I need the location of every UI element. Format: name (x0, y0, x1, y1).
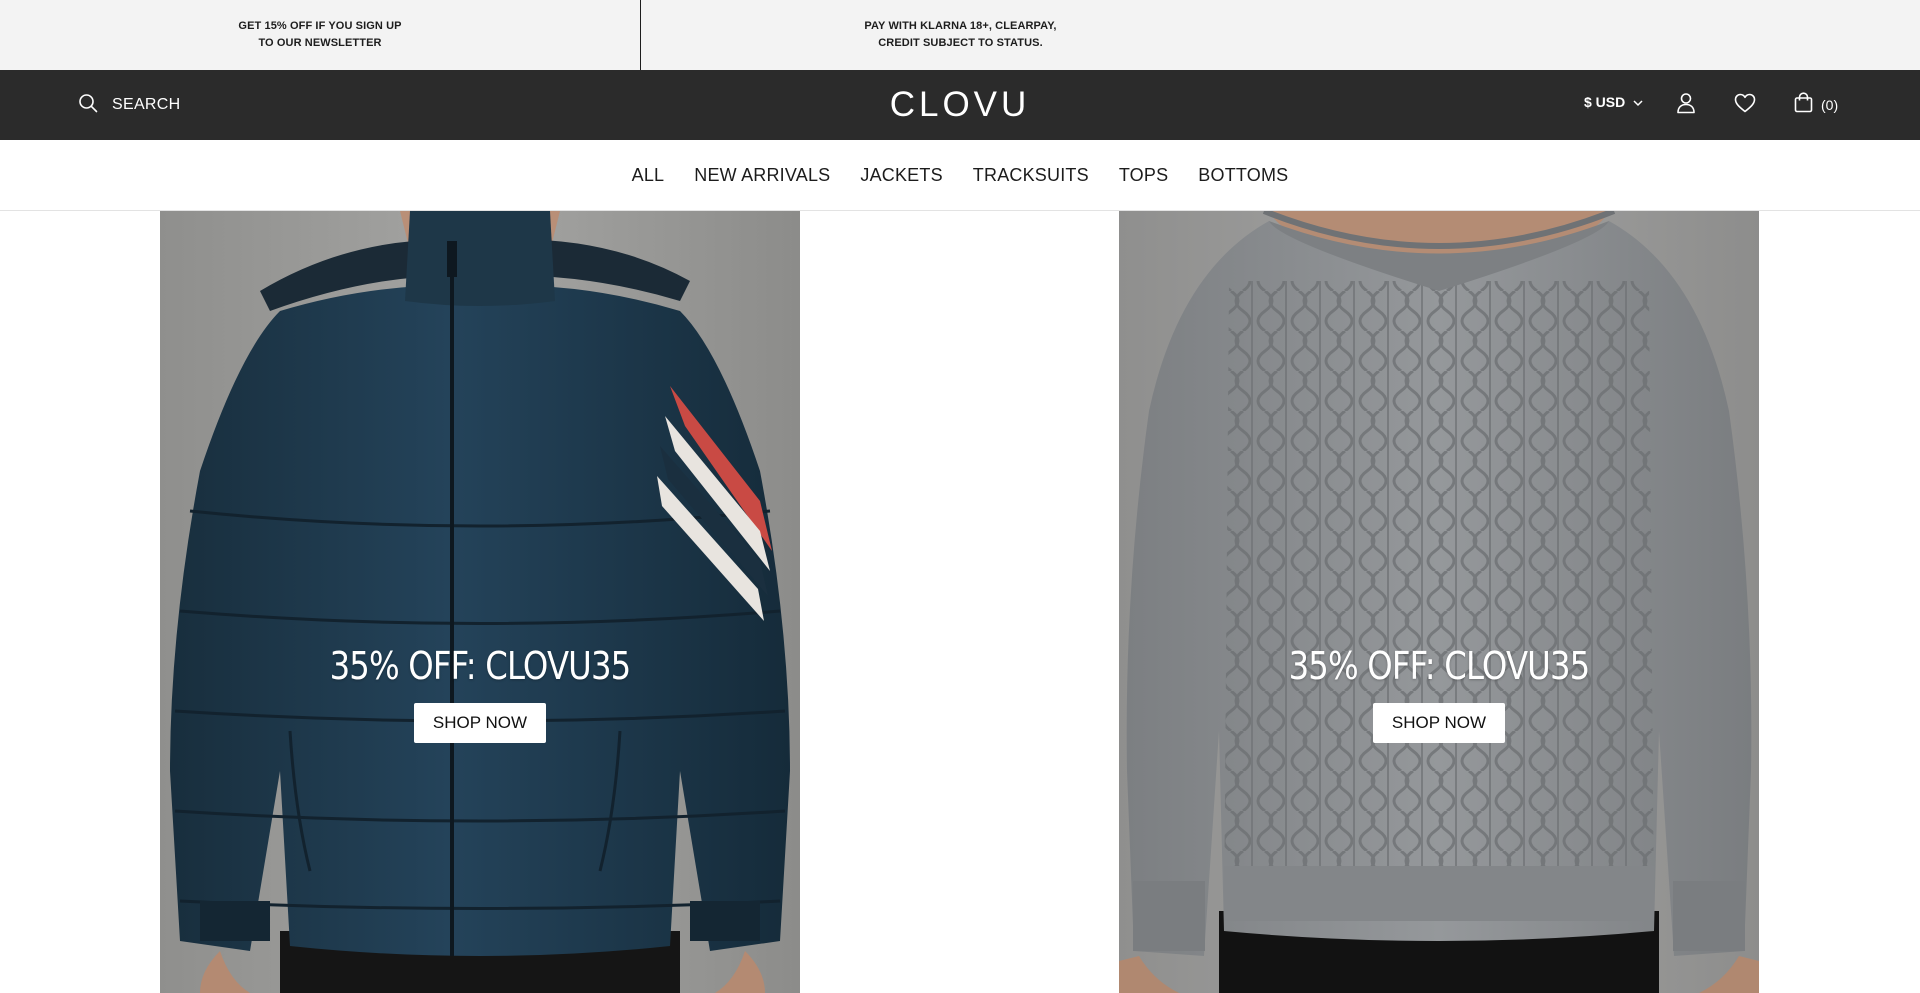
user-icon (1676, 92, 1696, 119)
nav-item-tops[interactable]: TOPS (1119, 165, 1168, 186)
main-nav: ALL NEW ARRIVALS JACKETS TRACKSUITS TOPS… (0, 140, 1920, 211)
jacket-image (160, 211, 800, 993)
promo-bar: GET 15% OFF IF YOU SIGN UP TO OUR NEWSLE… (0, 0, 1920, 70)
nav-item-tracksuits[interactable]: TRACKSUITS (973, 165, 1089, 186)
currency-selector[interactable]: $ USD (1584, 94, 1643, 110)
shop-now-button[interactable]: SHOP NOW (414, 703, 546, 743)
promo-title: 35% OFF: CLOVU35 (329, 644, 632, 688)
chevron-down-icon (1633, 94, 1643, 110)
nav-item-new-arrivals[interactable]: NEW ARRIVALS (694, 165, 830, 186)
newsletter-promo[interactable]: GET 15% OFF IF YOU SIGN UP TO OUR NEWSLE… (0, 0, 640, 70)
search-label: SEARCH (112, 96, 181, 113)
site-header: SEARCH CLOVU $ USD (0) (0, 70, 1920, 140)
nav-item-all[interactable]: ALL (632, 165, 665, 186)
promo-card-sweater[interactable]: 35% OFF: CLOVU35 SHOP NOW (1119, 211, 1759, 993)
site-logo[interactable]: CLOVU (860, 84, 1060, 126)
promo-overlay: 35% OFF: CLOVU35 SHOP NOW (160, 643, 800, 743)
klarna-promo[interactable]: PAY WITH KLARNA 18+, CLEARPAY, CREDIT SU… (640, 0, 1280, 70)
promo-title: 35% OFF: CLOVU35 (1288, 644, 1591, 688)
search-button[interactable]: SEARCH (78, 92, 180, 118)
cart-button[interactable]: (0) (1794, 92, 1838, 118)
nav-item-bottoms[interactable]: BOTTOMS (1198, 165, 1288, 186)
promo-overlay: 35% OFF: CLOVU35 SHOP NOW (1119, 643, 1759, 743)
wishlist-button[interactable] (1734, 92, 1756, 118)
search-icon (78, 93, 98, 118)
cart-count: (0) (1821, 97, 1839, 113)
nav-item-jackets[interactable]: JACKETS (860, 165, 942, 186)
promo-card-jacket[interactable]: 35% OFF: CLOVU35 SHOP NOW (160, 211, 800, 993)
currency-label: $ USD (1584, 94, 1626, 110)
shopping-bag-icon (1794, 92, 1813, 118)
heart-icon (1734, 93, 1756, 118)
account-button[interactable] (1676, 92, 1696, 118)
shop-now-button[interactable]: SHOP NOW (1373, 703, 1505, 743)
sweater-image (1119, 211, 1759, 993)
